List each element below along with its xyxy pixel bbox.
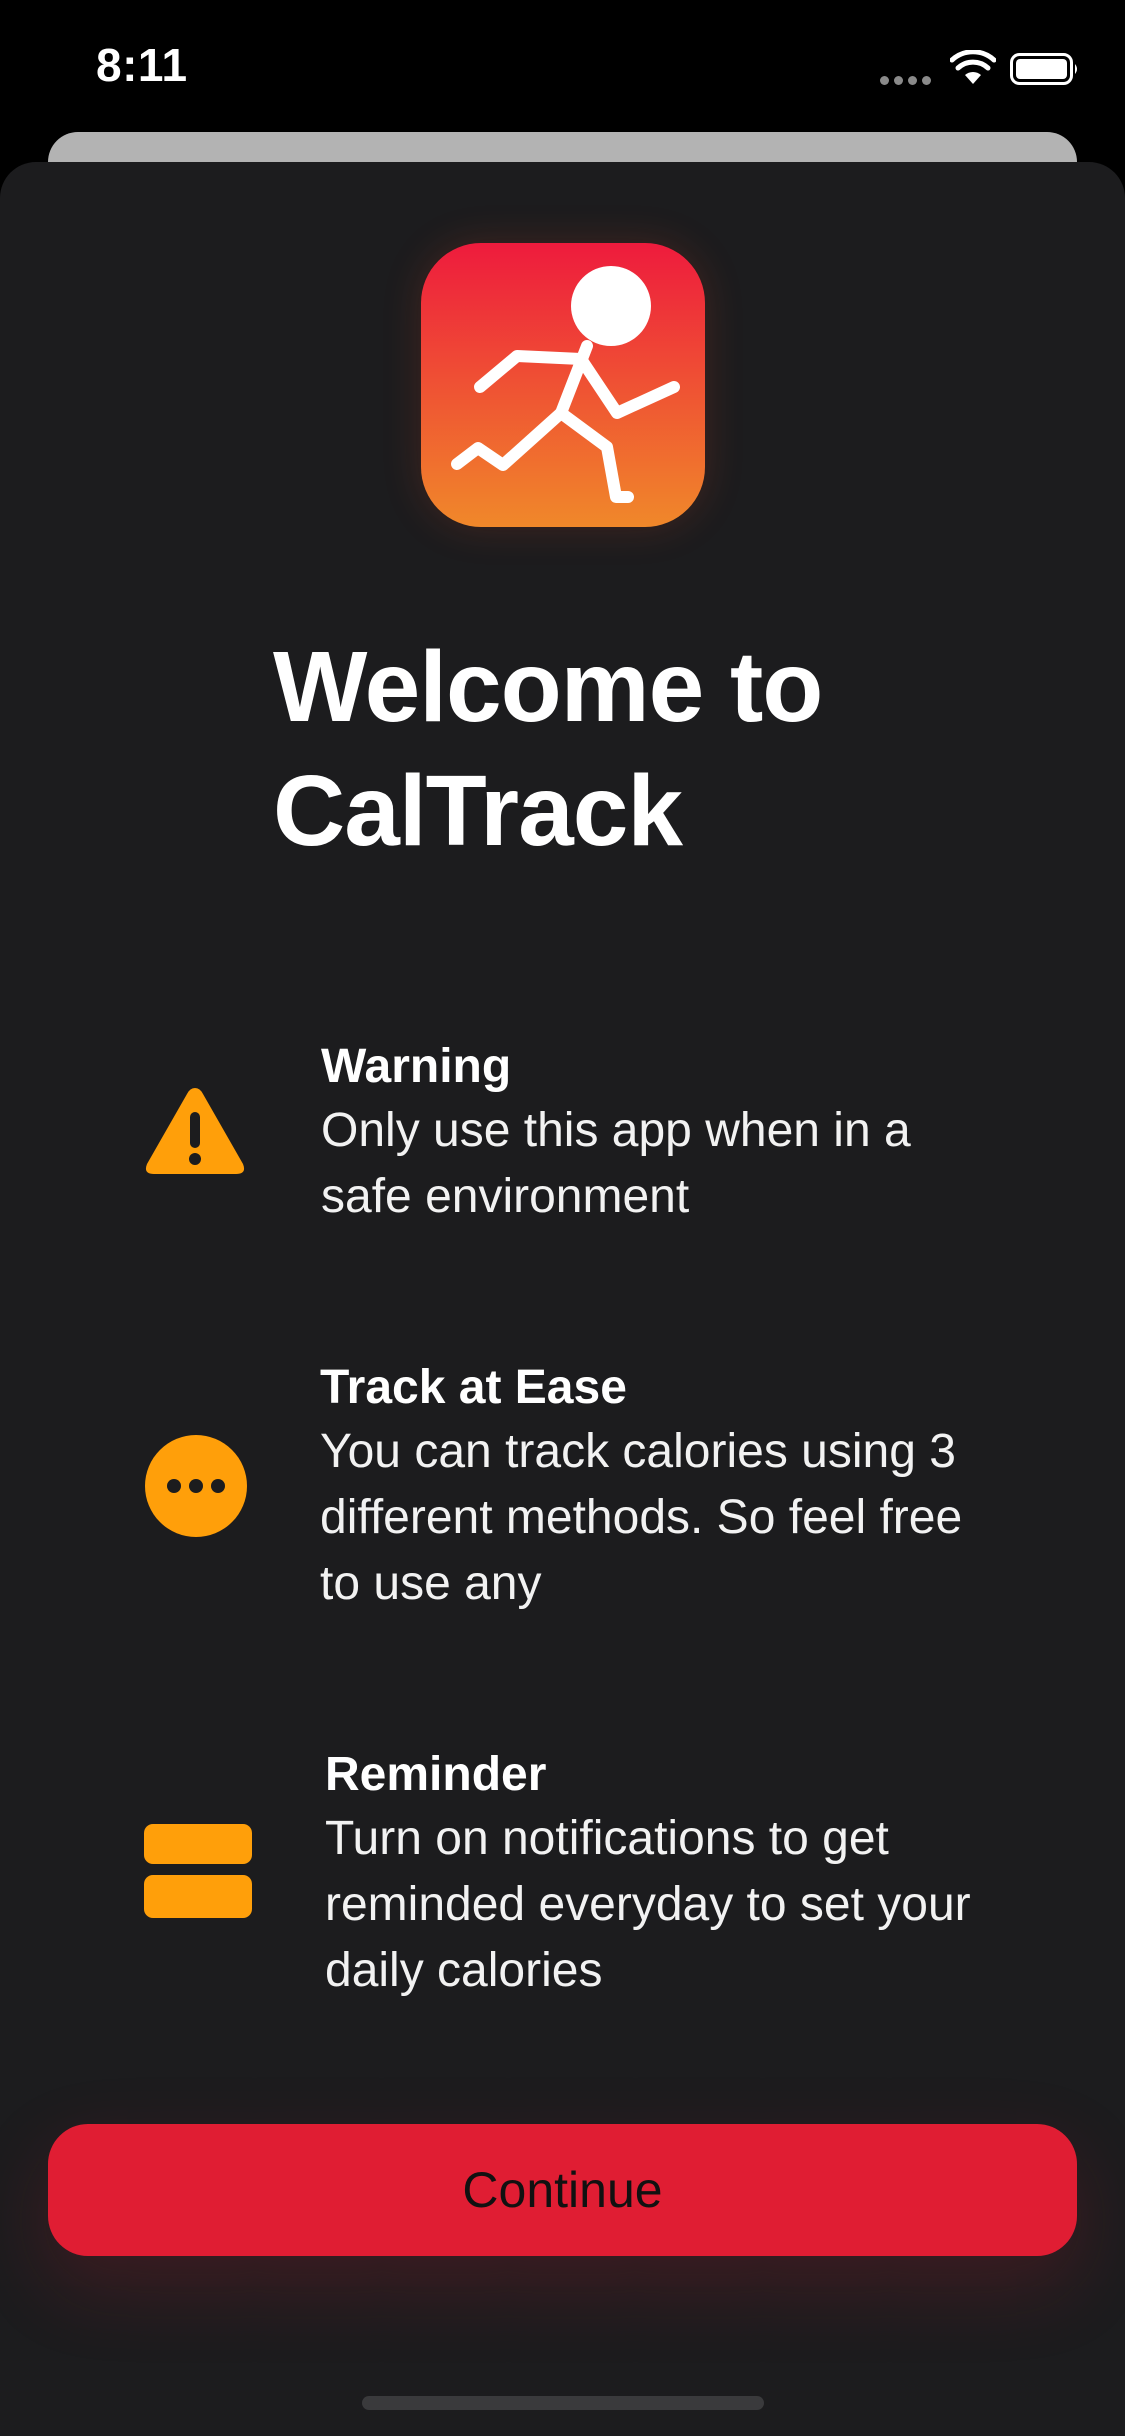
running-figure-icon xyxy=(451,266,680,503)
stacked-bars-icon xyxy=(144,1824,252,1918)
feature-reminder-desc: Turn on notifications to get reminded ev… xyxy=(325,1806,1045,2004)
warning-triangle-icon xyxy=(145,1088,245,1174)
feature-track-desc-line: You can track calories using 3 xyxy=(320,1425,956,1478)
feature-reminder-title: Reminder xyxy=(325,1748,547,1801)
status-time: 8:11 xyxy=(96,39,188,91)
feature-warning-desc: Only use this app when in a safe environ… xyxy=(321,1098,1041,1230)
wifi-icon xyxy=(950,50,996,84)
battery-icon xyxy=(1010,53,1077,85)
continue-button[interactable]: Continue xyxy=(48,2124,1077,2256)
feature-warning-desc-line: Only use this app when in a xyxy=(321,1104,911,1157)
status-bar: 8:11 xyxy=(0,0,1125,135)
feature-track-desc: You can track calories using 3 different… xyxy=(320,1419,1040,1617)
welcome-title-line1: Welcome to xyxy=(273,631,823,743)
app-icon xyxy=(421,243,705,527)
ellipsis-circle-icon xyxy=(145,1435,247,1537)
feature-reminder-desc-line: daily calories xyxy=(325,1944,603,1997)
feature-warning-desc-line: safe environment xyxy=(321,1170,690,1223)
welcome-title-line2: CalTrack xyxy=(273,755,683,867)
signal-dots-icon xyxy=(880,72,936,85)
feature-reminder-desc-line: Turn on notifications to get xyxy=(325,1812,889,1865)
feature-track-desc-line: to use any xyxy=(320,1557,542,1610)
feature-track-desc-line: different methods. So feel free xyxy=(320,1491,963,1544)
home-indicator[interactable] xyxy=(362,2396,764,2410)
feature-reminder-desc-line: reminded everyday to set your xyxy=(325,1878,971,1931)
welcome-title: Welcome to CalTrack xyxy=(273,625,973,873)
feature-warning-title: Warning xyxy=(321,1040,512,1093)
feature-track-title: Track at Ease xyxy=(320,1361,627,1414)
